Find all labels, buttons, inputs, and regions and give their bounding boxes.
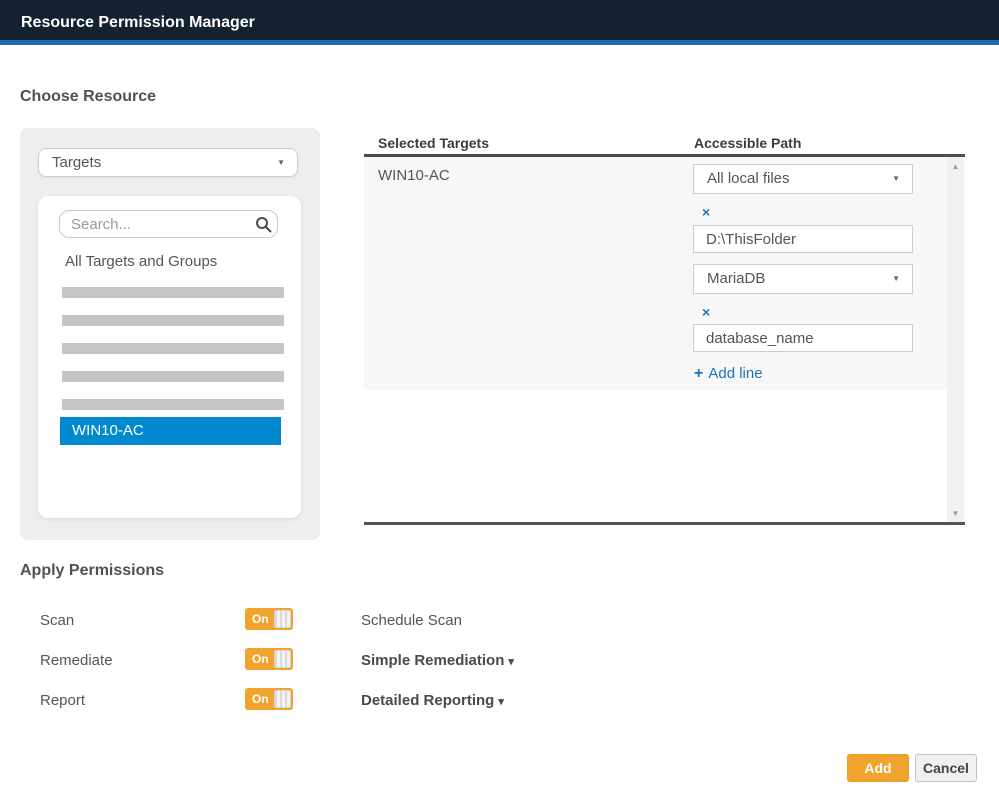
table-bottom-rule: [364, 522, 965, 525]
permission-label-remediate: Remediate: [40, 652, 113, 669]
chevron-down-icon: ▼: [277, 149, 285, 176]
search-input[interactable]: [59, 210, 278, 238]
window-title: Resource Permission Manager: [21, 0, 255, 45]
path-type-select-1[interactable]: All local files ▼: [693, 164, 913, 194]
permission-label-report: Report: [40, 692, 85, 709]
toggle-grip-icon: [274, 650, 291, 668]
simple-remediation-label: Simple Remediation: [361, 652, 504, 669]
scan-toggle[interactable]: On: [245, 608, 293, 630]
target-list-heading: All Targets and Groups: [65, 253, 217, 270]
chevron-down-icon: ▼: [892, 265, 900, 292]
chevron-down-icon: ▼: [892, 165, 900, 192]
remediate-toggle[interactable]: On: [245, 648, 293, 670]
search-icon[interactable]: [255, 216, 272, 233]
add-button[interactable]: Add: [847, 754, 909, 782]
title-bar: Resource Permission Manager: [0, 0, 999, 45]
target-list-item-placeholder[interactable]: [62, 371, 284, 382]
target-list-item-placeholder[interactable]: [62, 315, 284, 326]
toggle-grip-icon: [274, 610, 291, 628]
add-line-link[interactable]: + Add line: [694, 365, 763, 383]
path-type-value-1: All local files: [707, 170, 790, 187]
path-value-input-1[interactable]: [693, 225, 913, 253]
target-list-item-placeholder[interactable]: [62, 399, 284, 410]
toggle-grip-icon: [274, 690, 291, 708]
plus-icon: +: [694, 365, 703, 382]
target-list-panel: All Targets and Groups WIN10-AC: [38, 196, 301, 518]
resource-type-value: Targets: [52, 154, 101, 171]
path-type-value-2: MariaDB: [707, 270, 765, 287]
chevron-down-icon: ▾: [508, 656, 514, 668]
row-target-label: WIN10-AC: [378, 167, 450, 184]
resource-type-select[interactable]: Targets ▼: [38, 148, 298, 177]
target-list-item-placeholder[interactable]: [62, 343, 284, 354]
permission-label-scan: Scan: [40, 612, 74, 629]
report-toggle[interactable]: On: [245, 688, 293, 710]
simple-remediation-dropdown[interactable]: Simple Remediation ▾: [361, 652, 514, 669]
detailed-reporting-dropdown[interactable]: Detailed Reporting ▾: [361, 692, 504, 709]
schedule-scan-label: Schedule Scan: [361, 612, 462, 629]
scroll-down-icon[interactable]: ▼: [947, 509, 964, 518]
apply-permissions-heading: Apply Permissions: [20, 562, 164, 580]
target-list-item-placeholder[interactable]: [62, 287, 284, 298]
column-header-selected-targets: Selected Targets: [378, 135, 489, 151]
chevron-down-icon: ▾: [498, 696, 504, 708]
table-scrollbar[interactable]: ▲ ▼: [947, 157, 964, 523]
path-type-select-2[interactable]: MariaDB ▼: [693, 264, 913, 294]
choose-resource-heading: Choose Resource: [20, 88, 156, 106]
target-list-item-selected[interactable]: WIN10-AC: [60, 417, 281, 445]
toggle-state-label: On: [252, 608, 269, 630]
remove-path-icon[interactable]: ×: [702, 205, 716, 219]
toggle-state-label: On: [252, 648, 269, 670]
add-line-label: Add line: [708, 365, 762, 382]
scroll-up-icon[interactable]: ▲: [947, 162, 964, 171]
detailed-reporting-label: Detailed Reporting: [361, 692, 494, 709]
path-value-input-2[interactable]: [693, 324, 913, 352]
remove-path-icon[interactable]: ×: [702, 305, 716, 319]
cancel-button[interactable]: Cancel: [915, 754, 977, 782]
toggle-state-label: On: [252, 688, 269, 710]
resource-permission-manager-dialog: Resource Permission Manager Choose Resou…: [0, 0, 999, 799]
column-header-accessible-path: Accessible Path: [694, 135, 801, 151]
